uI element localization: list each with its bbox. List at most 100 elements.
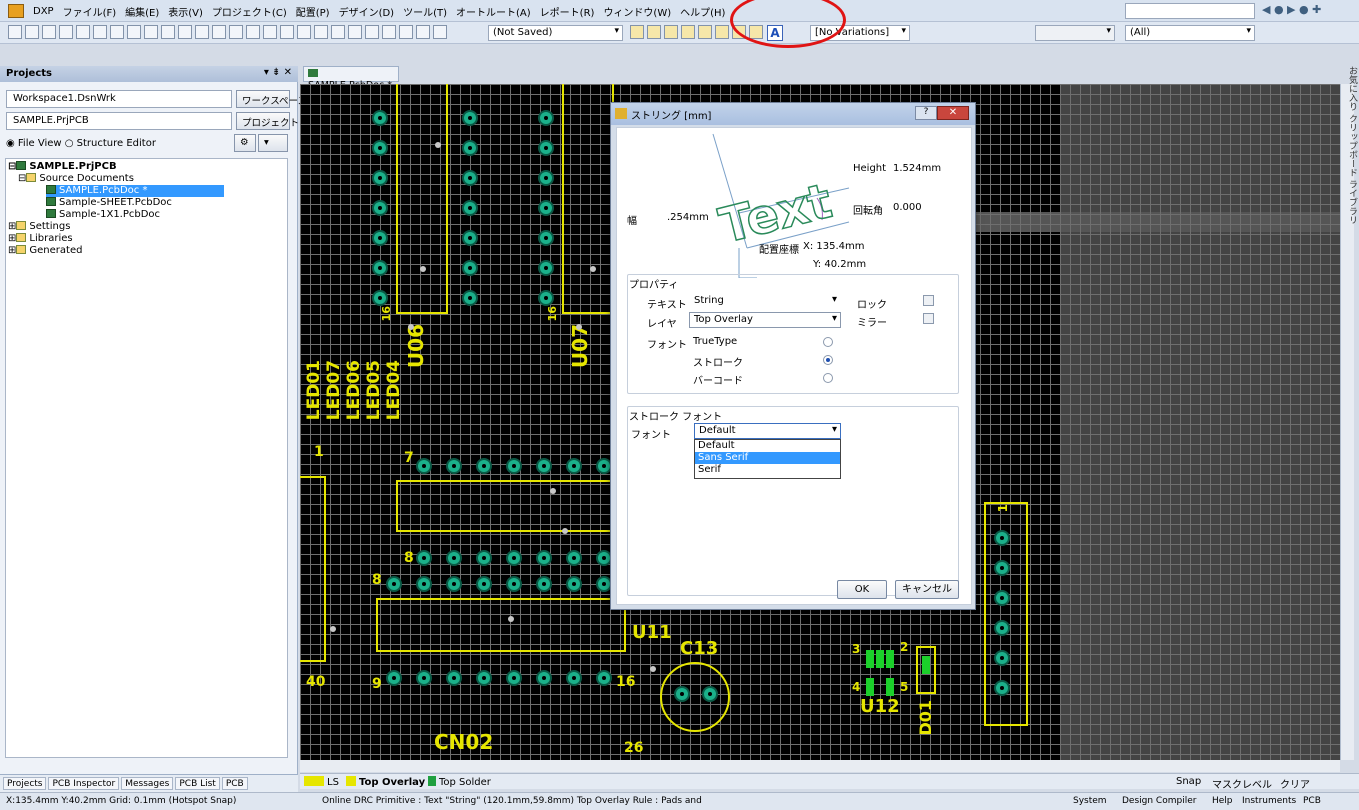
clear-button[interactable]: クリア bbox=[1280, 776, 1310, 791]
horizontal-scrollbar[interactable] bbox=[300, 760, 1340, 772]
menu-edit[interactable]: 編集(E) bbox=[125, 4, 159, 19]
barcode-radio[interactable] bbox=[823, 373, 833, 383]
menu-file[interactable]: ファイル(F) bbox=[63, 4, 117, 19]
menu-view[interactable]: 表示(V) bbox=[168, 4, 203, 19]
location-y[interactable]: Y: 40.2mm bbox=[813, 259, 866, 270]
side-libraries[interactable]: ライブラリ bbox=[1347, 180, 1357, 225]
label-pin16-a: 16 bbox=[380, 306, 393, 322]
tree-doc-1x1[interactable]: Sample-1X1.PcbDoc bbox=[46, 209, 160, 221]
tree-generated[interactable]: ⊞ Generated bbox=[8, 245, 82, 257]
layer-combo[interactable]: Top Overlay bbox=[689, 312, 841, 328]
label-led01: LED01 bbox=[304, 360, 324, 421]
tree-doc-sample[interactable]: SAMPLE.PcbDoc * bbox=[46, 185, 224, 197]
project-field[interactable]: SAMPLE.PrjPCB bbox=[6, 112, 232, 130]
file-view-label[interactable]: File View bbox=[18, 138, 62, 149]
file-view-radio[interactable]: ◉ bbox=[6, 138, 18, 149]
font-dropdown-list: Default Sans Serif Serif bbox=[694, 439, 841, 479]
status-coordinates: X:135.4mm Y:40.2mm Grid: 0.1mm (Hotspot … bbox=[6, 796, 237, 806]
cancel-button[interactable]: キャンセル bbox=[895, 580, 959, 599]
menu-dxp[interactable]: DXP bbox=[33, 6, 54, 17]
status-system[interactable]: System bbox=[1073, 796, 1107, 806]
status-help[interactable]: Help bbox=[1212, 796, 1233, 806]
stroke-font-combo[interactable]: Default bbox=[694, 423, 841, 439]
search-input[interactable] bbox=[1125, 3, 1255, 19]
tab-projects[interactable]: Projects bbox=[3, 777, 47, 790]
lock-checkbox[interactable] bbox=[923, 295, 934, 306]
right-side-panels[interactable]: お気に入り クリップボード ライブラリ bbox=[1343, 66, 1359, 226]
snap-button[interactable]: Snap bbox=[1176, 776, 1201, 787]
layer-set-combo[interactable] bbox=[1035, 25, 1115, 41]
menu-help[interactable]: ヘルプ(H) bbox=[680, 4, 725, 19]
ok-button[interactable]: OK bbox=[837, 580, 887, 599]
width-value[interactable]: .254mm bbox=[667, 212, 709, 223]
saved-state-combo[interactable]: (Not Saved) bbox=[488, 25, 623, 41]
tab-messages[interactable]: Messages bbox=[121, 777, 174, 790]
status-design-compiler[interactable]: Design Compiler bbox=[1122, 796, 1196, 806]
label-pin1: 1 bbox=[314, 444, 324, 460]
string-dialog: ストリング [mm] ? ✕ Text Height 1.524mm 回転角 0… bbox=[610, 102, 976, 610]
tab-pcb[interactable]: PCB bbox=[221, 777, 248, 790]
label-pin4: 4 bbox=[852, 680, 861, 694]
toolbar-icons[interactable] bbox=[8, 25, 447, 39]
location-x[interactable]: X: 135.4mm bbox=[803, 241, 865, 252]
project-tree: ⊟ SAMPLE.PrjPCB ⊟ Source Documents SAMPLE.… bbox=[5, 158, 288, 758]
menu-project[interactable]: プロジェクト(C) bbox=[212, 4, 287, 19]
layer-tab-top-solder[interactable]: Top Solder bbox=[428, 776, 491, 788]
workspace-button[interactable]: ワークスペース bbox=[236, 90, 307, 108]
workspace-combo[interactable]: Workspace1.DsnWrk bbox=[6, 90, 232, 108]
close-button[interactable]: ✕ bbox=[937, 106, 969, 120]
label-u06: U06 bbox=[404, 324, 428, 369]
stroke-radio[interactable] bbox=[823, 355, 833, 365]
label-pin3: 3 bbox=[852, 642, 861, 656]
truetype-radio[interactable] bbox=[823, 337, 833, 347]
location-label: 配置座標 bbox=[759, 245, 799, 256]
panel-controls[interactable]: ▾ ⇟ ✕ bbox=[264, 67, 292, 78]
dxp-logo-icon[interactable] bbox=[8, 4, 24, 18]
structure-editor-radio[interactable]: ○ bbox=[65, 138, 77, 149]
tab-pcb-inspector[interactable]: PCB Inspector bbox=[48, 777, 120, 790]
label-pin7: 7 bbox=[404, 450, 414, 466]
tree-libraries[interactable]: ⊞ Libraries bbox=[8, 233, 73, 245]
mirror-checkbox[interactable] bbox=[923, 313, 934, 324]
structure-editor-label[interactable]: Structure Editor bbox=[77, 138, 156, 149]
height-value[interactable]: 1.524mm bbox=[893, 163, 941, 174]
font-option-sans-serif[interactable]: Sans Serif bbox=[695, 452, 840, 464]
label-u12: U12 bbox=[860, 696, 900, 717]
status-instruments[interactable]: Instruments bbox=[1242, 796, 1296, 806]
menu-autoroute[interactable]: オートルート(A) bbox=[456, 4, 531, 19]
menu-design[interactable]: デザイン(D) bbox=[339, 4, 395, 19]
side-clipboard[interactable]: クリップボード bbox=[1347, 114, 1357, 177]
project-button[interactable]: プロジェクト bbox=[236, 112, 299, 130]
menu-tools[interactable]: ツール(T) bbox=[403, 4, 447, 19]
nav-buttons[interactable]: ◀ ● ▶ ● ✚ bbox=[1262, 3, 1321, 16]
stroke-font-field-label: フォント bbox=[631, 430, 671, 441]
filter-combo[interactable]: (All) bbox=[1125, 25, 1255, 41]
menu-window[interactable]: ウィンドウ(W) bbox=[603, 4, 671, 19]
layer-tab-ls[interactable]: LS bbox=[304, 776, 339, 788]
status-pcb[interactable]: PCB bbox=[1303, 796, 1321, 806]
side-favorites[interactable]: お気に入り bbox=[1347, 66, 1357, 111]
tree-root[interactable]: ⊟ SAMPLE.PrjPCB bbox=[8, 161, 117, 173]
help-button[interactable]: ? bbox=[915, 106, 937, 120]
font-option-default[interactable]: Default bbox=[695, 440, 840, 452]
font-option-serif[interactable]: Serif bbox=[695, 464, 840, 476]
label-pin1-b: 1 bbox=[996, 504, 1010, 513]
rotation-value[interactable]: 0.000 bbox=[893, 202, 922, 213]
tree-settings[interactable]: ⊞ Settings bbox=[8, 221, 70, 233]
label-pin5: 5 bbox=[900, 680, 909, 694]
mask-level-button[interactable]: マスクレベル bbox=[1212, 776, 1272, 791]
menu-place[interactable]: 配置(P) bbox=[296, 4, 330, 19]
dialog-title: ストリング [mm] bbox=[631, 111, 712, 122]
label-pin2: 2 bbox=[900, 640, 909, 654]
tab-sample-pcbdoc[interactable]: SAMPLE.PcbDoc * bbox=[303, 66, 399, 91]
panel-menu-icon[interactable]: ▾ bbox=[258, 134, 288, 152]
panel-tabs: Projects PCB Inspector Messages PCB List… bbox=[0, 774, 298, 792]
tree-source-docs[interactable]: ⊟ Source Documents bbox=[18, 173, 134, 185]
view-mode: ◉ File View ○ Structure Editor bbox=[6, 138, 156, 149]
text-combo[interactable]: String bbox=[689, 293, 841, 309]
menu-reports[interactable]: レポート(R) bbox=[540, 4, 595, 19]
panel-tool-icon[interactable]: ⚙ bbox=[234, 134, 256, 152]
tab-pcb-list[interactable]: PCB List bbox=[175, 777, 220, 790]
tree-doc-sheet[interactable]: Sample-SHEET.PcbDoc bbox=[46, 197, 172, 209]
layer-tab-top-overlay[interactable]: Top Overlay bbox=[346, 776, 425, 788]
